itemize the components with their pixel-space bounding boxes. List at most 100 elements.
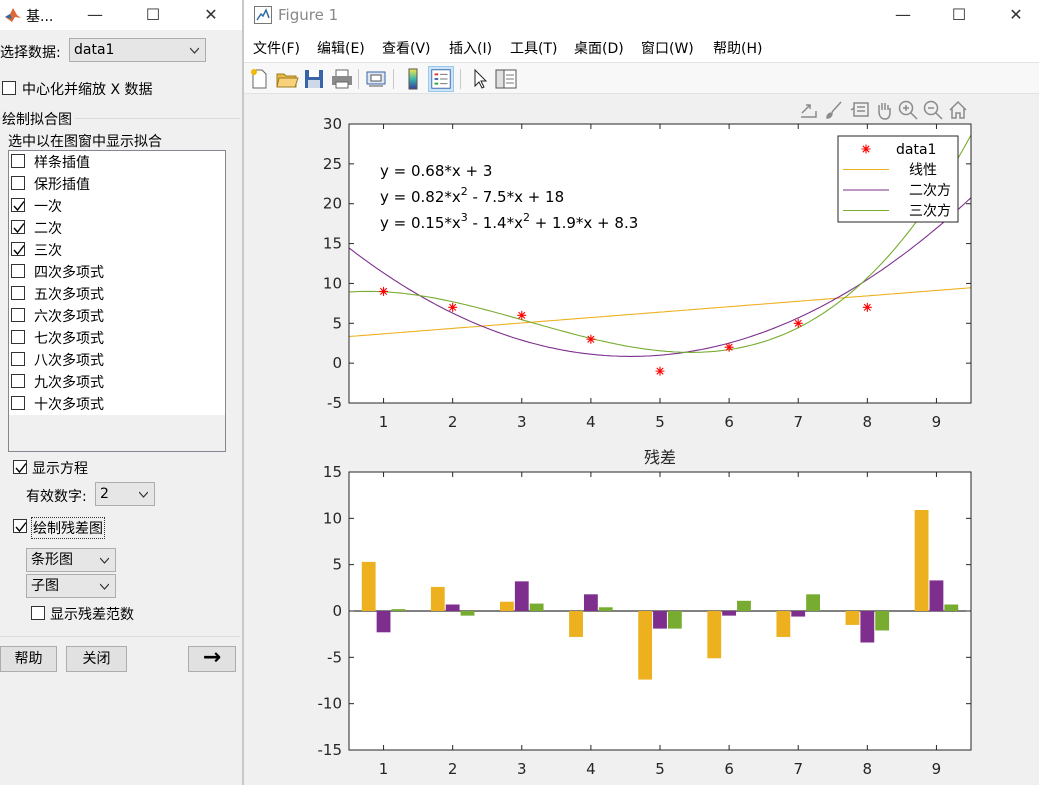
- residual-plot-type-dropdown[interactable]: 条形图: [26, 548, 116, 572]
- basic-fitting-titlebar: 基... — ☐ ✕: [0, 0, 242, 30]
- y-tick-label: 0: [332, 602, 342, 620]
- residual-bar: [529, 603, 544, 611]
- select-data-label: 选择数据:: [0, 45, 61, 61]
- residual-plot-location-value: 子图: [31, 578, 59, 594]
- help-button[interactable]: 帮助: [0, 646, 57, 672]
- fit-checkbox[interactable]: [11, 264, 25, 278]
- residual-plot-location-dropdown[interactable]: 子图: [26, 574, 116, 598]
- fit-item[interactable]: 二次: [9, 217, 225, 239]
- figure-toolbar: [244, 62, 1039, 94]
- y-tick-label: 10: [323, 274, 342, 292]
- close-window-button[interactable]: ✕: [993, 0, 1039, 30]
- menu-window[interactable]: 窗口(W): [641, 38, 694, 58]
- checkmark-icon: [15, 522, 27, 533]
- select-data-dropdown[interactable]: data1: [69, 38, 206, 62]
- open-file-icon[interactable]: [274, 66, 300, 92]
- x-tick-label: 2: [448, 760, 458, 778]
- fit-item[interactable]: 八次多项式: [9, 349, 225, 371]
- link-plot-icon[interactable]: [363, 66, 389, 92]
- forward-arrow-button[interactable]: →: [188, 646, 236, 672]
- fit-item[interactable]: 十次多项式: [9, 393, 225, 415]
- fit-item[interactable]: 九次多项式: [9, 371, 225, 393]
- plot-residuals-label: 绘制残差图: [31, 517, 105, 539]
- fit-item[interactable]: 六次多项式: [9, 305, 225, 327]
- y-tick-label: -10: [318, 695, 343, 713]
- maximize-button[interactable]: ☐: [130, 0, 176, 30]
- minimize-button[interactable]: —: [72, 0, 118, 30]
- property-editor-icon[interactable]: [493, 66, 519, 92]
- menu-insert[interactable]: 插入(I): [449, 38, 492, 58]
- fit-label: 五次多项式: [34, 287, 104, 303]
- fit-item[interactable]: 四次多项式: [9, 261, 225, 283]
- x-tick-label: 7: [793, 760, 803, 778]
- residual-bar: [914, 509, 929, 611]
- fit-checkbox[interactable]: [11, 154, 25, 168]
- y-tick-label: -5: [327, 648, 342, 666]
- fit-checkbox[interactable]: [11, 198, 25, 212]
- basic-fitting-title: 基...: [26, 9, 54, 25]
- maximize-button[interactable]: ☐: [936, 0, 982, 30]
- y-tick-label: 25: [323, 155, 342, 173]
- toolbar-separator: [460, 69, 461, 89]
- fit-item[interactable]: 三次: [9, 239, 225, 261]
- show-residual-norm-checkbox[interactable]: [31, 606, 45, 620]
- fit-checkbox[interactable]: [11, 374, 25, 388]
- x-tick-label: 3: [517, 413, 527, 431]
- fit-label: 一次: [34, 199, 62, 215]
- fit-checkbox[interactable]: [11, 352, 25, 366]
- residual-bar: [860, 611, 875, 643]
- fit-item[interactable]: 一次: [9, 195, 225, 217]
- fit-item[interactable]: 五次多项式: [9, 283, 225, 305]
- pointer-icon[interactable]: [466, 66, 492, 92]
- fit-item[interactable]: 七次多项式: [9, 327, 225, 349]
- residual-bar: [944, 604, 959, 611]
- fit-checkbox[interactable]: [11, 176, 25, 190]
- checkmark-icon: [13, 245, 25, 256]
- menu-view[interactable]: 查看(V): [382, 38, 431, 58]
- print-icon[interactable]: [329, 66, 355, 92]
- menu-help[interactable]: 帮助(H): [713, 38, 762, 58]
- residual-bar: [583, 594, 598, 611]
- fit-checkbox[interactable]: [11, 396, 25, 410]
- residual-bar: [737, 600, 751, 611]
- y-tick-label: 30: [323, 115, 342, 133]
- fit-checkbox[interactable]: [11, 308, 25, 322]
- menu-tools[interactable]: 工具(T): [510, 38, 557, 58]
- residual-plot-type-value: 条形图: [31, 552, 73, 568]
- fit-item[interactable]: 保形插值: [9, 173, 225, 195]
- equation-text: y = 0.15*x3 - 1.4*x2 + 1.9*x + 8.3: [380, 211, 638, 232]
- close-window-button[interactable]: ✕: [188, 0, 234, 30]
- fit-label: 八次多项式: [34, 353, 104, 369]
- fit-item[interactable]: 样条插值: [9, 151, 225, 173]
- close-button[interactable]: 关闭: [66, 646, 127, 672]
- center-scale-checkbox[interactable]: [2, 81, 16, 95]
- residual-bar: [514, 581, 529, 611]
- minimize-button[interactable]: —: [880, 0, 926, 30]
- save-icon[interactable]: [301, 66, 327, 92]
- residual-bar: [500, 601, 514, 611]
- data-point: [448, 302, 458, 312]
- fit-checkbox[interactable]: [11, 220, 25, 234]
- fit-checkbox[interactable]: [11, 330, 25, 344]
- chevron-down-icon: [190, 47, 199, 54]
- fit-checkbox[interactable]: [11, 242, 25, 256]
- colorbar-icon[interactable]: [400, 66, 426, 92]
- new-figure-icon[interactable]: [246, 66, 272, 92]
- data-point: [724, 342, 734, 352]
- sig-digits-dropdown[interactable]: 2: [95, 482, 155, 506]
- y-tick-label: 10: [323, 509, 342, 527]
- menu-bar: 文件(F) 编辑(E) 查看(V) 插入(I) 工具(T) 桌面(D) 窗口(W…: [244, 32, 1039, 62]
- fit-checkbox[interactable]: [11, 286, 25, 300]
- menu-edit[interactable]: 编辑(E): [317, 38, 365, 58]
- residual-bar: [806, 594, 820, 611]
- legend-button[interactable]: [428, 66, 454, 92]
- menu-file[interactable]: 文件(F): [253, 38, 300, 58]
- menu-desktop[interactable]: 桌面(D): [574, 38, 624, 58]
- x-tick-label: 6: [724, 413, 734, 431]
- x-tick-label: 8: [863, 413, 873, 431]
- plot-residuals-checkbox[interactable]: [13, 519, 27, 533]
- residual-bar: [845, 611, 860, 625]
- show-equations-checkbox[interactable]: [13, 460, 27, 474]
- x-tick-label: 3: [517, 760, 527, 778]
- fit-label: 三次: [34, 243, 62, 259]
